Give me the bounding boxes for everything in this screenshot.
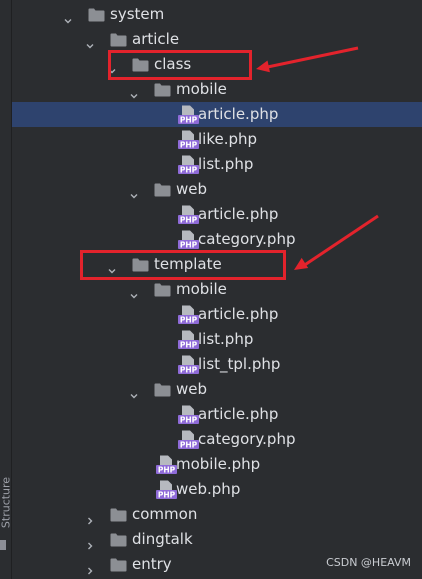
annotation-arrow (294, 214, 379, 270)
project-tree-panel: Structure system article class mobile PHP art… (0, 0, 422, 579)
